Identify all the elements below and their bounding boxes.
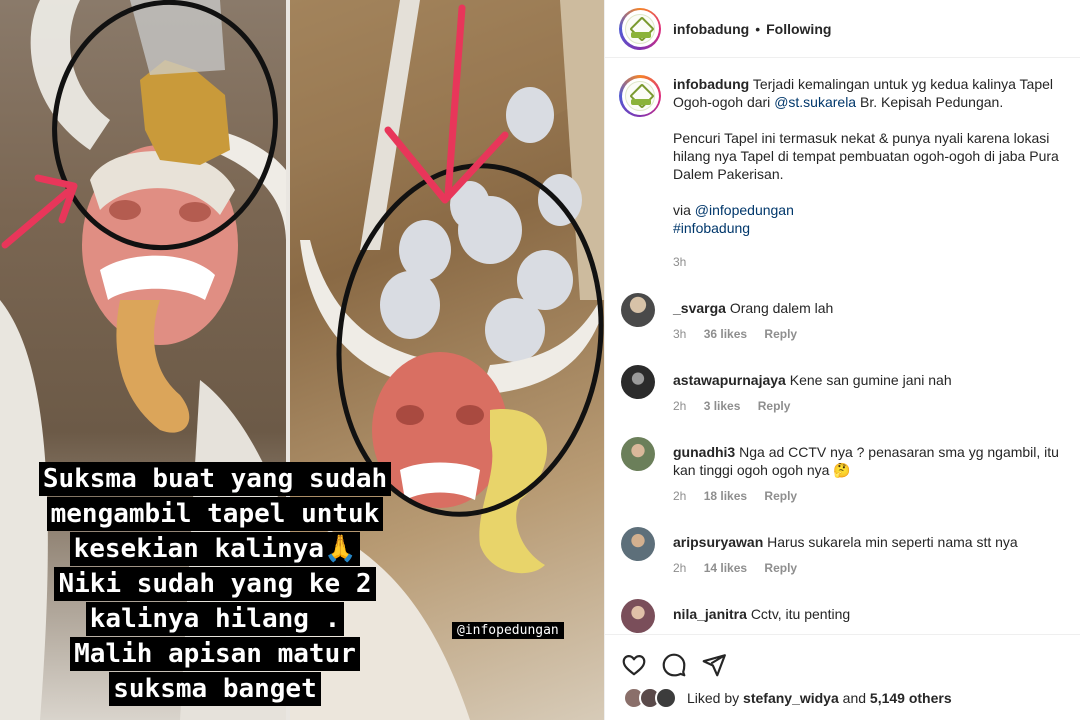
liker-avatar <box>655 687 677 709</box>
comment-likes[interactable]: 3 likes <box>704 399 741 413</box>
comment-likes[interactable]: 14 likes <box>704 561 747 575</box>
liked-prefix: Liked by <box>687 690 740 706</box>
comment-body: nila_janitra Cctv, itu penting <box>673 599 1078 633</box>
comment-item: aripsuryawan Harus sukarela min seperti … <box>605 527 1080 577</box>
comments-list[interactable]: infobadung Terjadi kemalingan untuk yg k… <box>605 59 1080 634</box>
reply-button[interactable]: Reply <box>764 327 797 341</box>
comment-meta: 2h 14 likes Reply <box>673 559 1078 577</box>
comment-avatar[interactable] <box>621 437 655 471</box>
caption-line: kesekian kalinya🙏 <box>69 532 361 566</box>
comment-username[interactable]: _svarga <box>673 300 726 316</box>
caption-line: suksma banget <box>109 672 321 706</box>
post-header: infobadung • Following <box>605 0 1080 58</box>
hashtag-link[interactable]: #infobadung <box>673 219 1080 237</box>
infobadung-logo <box>625 13 655 44</box>
comment-body: _svarga Orang dalem lah 3h 36 likes Repl… <box>673 293 1078 343</box>
comment-meta: 2h 18 likes Reply <box>673 487 1078 505</box>
following-button[interactable]: Following <box>766 21 831 37</box>
mention-link[interactable]: @infopedungan <box>695 202 794 218</box>
comment-item: gunadhi3 Nga ad CCTV nya ? penasaran sma… <box>605 437 1080 505</box>
liked-mid: and <box>842 690 867 706</box>
comment-time[interactable]: 2h <box>673 399 686 413</box>
comment-body: gunadhi3 Nga ad CCTV nya ? penasaran sma… <box>673 437 1078 505</box>
caption-text-part: Br. Kepisah Pedungan. <box>856 94 1004 110</box>
liker-avatars[interactable] <box>623 687 681 709</box>
comment-time[interactable]: 2h <box>673 489 686 503</box>
caption-paragraph-1: infobadung Terjadi kemalingan untuk yg k… <box>673 75 1080 111</box>
caption-username[interactable]: infobadung <box>673 76 749 92</box>
comment-avatar[interactable] <box>621 293 655 327</box>
post-image: Suksma buat yang sudah mengambil tapel u… <box>0 0 604 720</box>
comment-time[interactable]: 2h <box>673 561 686 575</box>
comment-username[interactable]: aripsuryawan <box>673 534 763 550</box>
profile-avatar[interactable] <box>619 7 661 50</box>
comment-body: astawapurnajaya Kene san gumine jani nah… <box>673 365 1078 415</box>
comment-meta: 2h 3 likes Reply <box>673 397 1078 415</box>
reply-button[interactable]: Reply <box>758 399 791 413</box>
comment-text: Cctv, itu penting <box>750 606 851 622</box>
comment-username[interactable]: gunadhi3 <box>673 444 735 460</box>
caption-line: kalinya hilang . <box>85 602 345 636</box>
comment-item: _svarga Orang dalem lah 3h 36 likes Repl… <box>605 293 1080 343</box>
header-separator: • <box>755 20 761 37</box>
caption-line: Niki sudah yang ke 2 <box>54 567 376 601</box>
caption-text: infobadung Terjadi kemalingan untuk yg k… <box>673 75 1080 271</box>
comment-icon[interactable] <box>661 652 687 678</box>
reply-button[interactable]: Reply <box>764 489 797 503</box>
caption-avatar[interactable] <box>619 75 661 117</box>
comment-text: Kene san gumine jani nah <box>789 372 952 388</box>
comment-avatar[interactable] <box>621 527 655 561</box>
comment-username[interactable]: nila_janitra <box>673 606 747 622</box>
heart-icon[interactable] <box>621 652 647 678</box>
reply-button[interactable]: Reply <box>764 561 797 575</box>
comment-text: Orang dalem lah <box>729 300 834 316</box>
post-actions-bar: Liked by stefany_widya and 5,149 others <box>605 634 1080 720</box>
comment-time[interactable]: 3h <box>673 327 686 341</box>
comment-body: aripsuryawan Harus sukarela min seperti … <box>673 527 1078 577</box>
liked-by-line: Liked by stefany_widya and 5,149 others <box>605 687 1080 709</box>
comment-likes[interactable]: 18 likes <box>704 489 747 503</box>
comment-item: nila_janitra Cctv, itu penting <box>605 599 1080 633</box>
avatar-inner <box>621 10 659 47</box>
liked-user-link[interactable]: stefany_widya <box>743 690 839 706</box>
caption-line: mengambil tapel untuk <box>46 497 384 531</box>
caption-meta: 3h <box>673 253 1080 271</box>
via-prefix: via <box>673 202 695 218</box>
comment-avatar[interactable] <box>621 599 655 633</box>
action-icons <box>605 635 1080 681</box>
caption-line: Suksma buat yang sudah <box>38 462 392 496</box>
post-caption: infobadung Terjadi kemalingan untuk yg k… <box>605 59 1080 271</box>
comment-text: Harus sukarela min seperti nama stt nya <box>767 534 1018 550</box>
post-side-panel: infobadung • Following infobadung Terjad… <box>604 0 1080 720</box>
infobadung-logo <box>625 81 655 111</box>
header-username[interactable]: infobadung <box>673 21 749 37</box>
comment-likes[interactable]: 36 likes <box>704 327 747 341</box>
photo-watermark: @infopedungan <box>452 622 564 639</box>
comment-meta: 3h 36 likes Reply <box>673 325 1078 343</box>
comment-avatar[interactable] <box>621 365 655 399</box>
caption-paragraph-2: Pencuri Tapel ini termasuk nekat & punya… <box>673 130 1059 182</box>
share-icon[interactable] <box>701 652 727 678</box>
mention-link[interactable]: @st.sukarela <box>774 94 856 110</box>
caption-line: Malih apisan matur <box>70 637 360 671</box>
caption-via-line: via @infopedungan <box>673 201 1080 219</box>
story-caption: Suksma buat yang sudah mengambil tapel u… <box>0 462 430 707</box>
avatar-inner <box>621 77 659 115</box>
comment-username[interactable]: astawapurnajaya <box>673 372 786 388</box>
liked-count-link[interactable]: 5,149 others <box>870 690 952 706</box>
caption-time[interactable]: 3h <box>673 255 686 269</box>
comment-item: astawapurnajaya Kene san gumine jani nah… <box>605 365 1080 415</box>
